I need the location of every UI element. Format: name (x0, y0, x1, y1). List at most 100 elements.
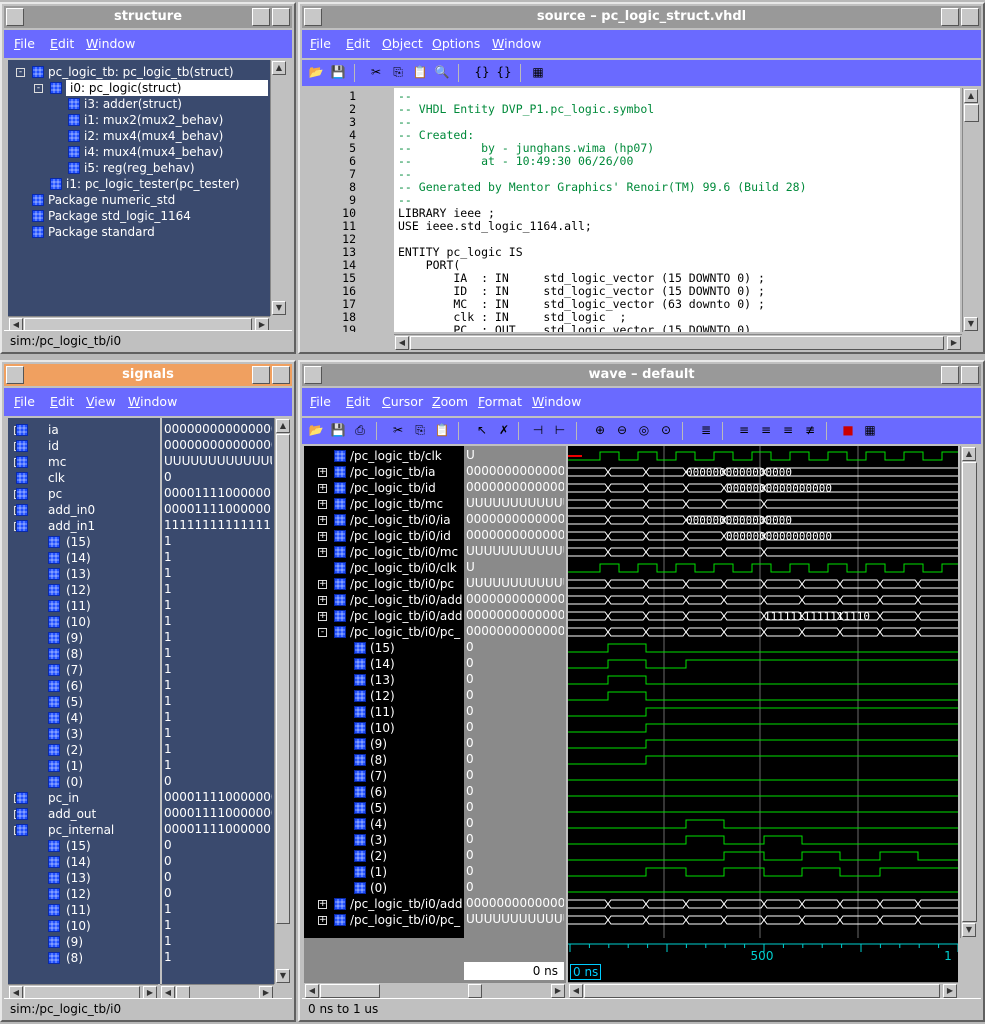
menu-window[interactable]: Window (492, 36, 541, 51)
save-icon[interactable]: 💾 (330, 64, 346, 80)
wave-signal-name[interactable]: /pc_logic_tb/i0/ia (350, 512, 451, 528)
close-button[interactable] (961, 8, 979, 26)
wave-expander[interactable]: + (318, 484, 327, 493)
scroll-down-arrow[interactable]: ▼ (276, 969, 290, 983)
zoom-range-icon[interactable]: ⊙ (658, 422, 674, 438)
run-icon[interactable]: ≡ (758, 422, 774, 438)
wave-signal-name[interactable]: /pc_logic_tb/i0/clk (350, 560, 457, 576)
signal-name[interactable]: (9) (66, 630, 83, 646)
wave-signal-name[interactable]: (6) (370, 784, 387, 800)
wave-expander[interactable]: + (318, 612, 327, 621)
menu-zoom[interactable]: Zoom (432, 394, 468, 409)
wave-signal-name[interactable]: (7) (370, 768, 387, 784)
menu-view[interactable]: View (86, 394, 116, 409)
waveform-display[interactable]: 0000000000000000 0000000000000000 00000000… (568, 446, 958, 938)
continue-icon[interactable]: ≡ (780, 422, 796, 438)
signal-name[interactable]: (12) (66, 582, 91, 598)
wave-signal-name[interactable]: (0) (370, 880, 387, 896)
window-menu-button[interactable] (6, 366, 24, 384)
scroll-thumb[interactable] (964, 104, 979, 122)
signal-name[interactable]: (7) (66, 662, 83, 678)
stop-icon[interactable]: ■ (840, 422, 856, 438)
delete-cursor-icon[interactable]: ✗ (496, 422, 512, 438)
zoom-out-icon[interactable]: ⊖ (614, 422, 630, 438)
signals-vscrollbar[interactable]: ▲ ▼ (274, 418, 290, 984)
signal-name[interactable]: (8) (66, 950, 83, 966)
signal-name[interactable]: (9) (66, 934, 83, 950)
signal-name[interactable]: (12) (66, 886, 91, 902)
signal-name[interactable]: mc (48, 454, 66, 470)
close-button[interactable] (961, 366, 979, 384)
copy-icon[interactable]: ⎘ (390, 64, 406, 80)
wave-signal-name[interactable]: (9) (370, 736, 387, 752)
find-icon[interactable]: 🔍 (434, 64, 450, 80)
wave-signal-name[interactable]: /pc_logic_tb/i0/id (350, 528, 451, 544)
wave-expander[interactable]: + (318, 468, 327, 477)
scroll-thumb[interactable] (276, 434, 290, 924)
wave-signal-name[interactable]: /pc_logic_tb/i0/add (350, 608, 462, 624)
compile-icon[interactable]: ▦ (862, 422, 878, 438)
signal-name[interactable]: (3) (66, 726, 83, 742)
menu-window[interactable]: Window (532, 394, 581, 409)
wave-signal-name[interactable]: /pc_logic_tb/i0/add (350, 896, 462, 912)
signals-titlebar[interactable]: signals (4, 364, 292, 386)
scroll-thumb[interactable] (584, 984, 940, 998)
cursor-label[interactable]: 0 ns (570, 964, 602, 980)
wave-hscrollbar-names[interactable]: ◀ ▶ (304, 982, 566, 998)
tree-item[interactable]: Package standard (48, 224, 155, 240)
close-button[interactable] (272, 366, 290, 384)
source-vscrollbar[interactable]: ▲ ▼ (962, 88, 979, 332)
signal-name[interactable]: add_out (48, 806, 96, 822)
window-menu-button[interactable] (304, 366, 322, 384)
open-folder-icon[interactable]: 📂 (308, 64, 324, 80)
scroll-left-arrow[interactable]: ◀ (569, 984, 583, 998)
compile-icon[interactable]: ▦ (530, 64, 546, 80)
scroll-left-arrow[interactable]: ◀ (395, 336, 409, 350)
wave-signal-name[interactable]: (5) (370, 800, 387, 816)
maximize-button[interactable] (941, 366, 959, 384)
cut-icon[interactable]: ✂ (368, 64, 384, 80)
wave-expander[interactable]: + (318, 900, 327, 909)
source-titlebar[interactable]: source – pc_logic_struct.vhdl (302, 6, 981, 28)
maximize-button[interactable] (252, 366, 270, 384)
signal-name[interactable]: (8) (66, 646, 83, 662)
menu-edit[interactable]: Edit (346, 36, 370, 51)
zoom-in-icon[interactable]: ⊕ (592, 422, 608, 438)
wave-signal-name[interactable]: (2) (370, 848, 387, 864)
tree-item[interactable]: i4: mux4(mux4_behav) (84, 144, 223, 160)
signal-name[interactable]: (2) (66, 742, 83, 758)
tree-expander[interactable]: - (34, 84, 43, 93)
zoom-full-icon[interactable]: ◎ (636, 422, 652, 438)
wave-vscrollbar[interactable]: ▲ ▼ (960, 446, 977, 938)
tree-item[interactable]: pc_logic_tb: pc_logic_tb(struct) (48, 64, 234, 80)
wave-signal-name[interactable]: (15) (370, 640, 395, 656)
wave-signal-name[interactable]: /pc_logic_tb/ia (350, 464, 436, 480)
signal-name[interactable]: (14) (66, 854, 91, 870)
scroll-thumb[interactable] (320, 984, 380, 998)
wave-titlebar[interactable]: wave – default (302, 364, 981, 386)
wave-signal-name[interactable]: (10) (370, 720, 395, 736)
signal-name[interactable]: pc_in (48, 790, 79, 806)
tree-expander[interactable]: - (16, 68, 25, 77)
signal-name[interactable]: (0) (66, 774, 83, 790)
structure-titlebar[interactable]: structure (4, 6, 292, 28)
wave-expander[interactable]: + (318, 516, 327, 525)
scroll-up-arrow[interactable]: ▲ (272, 61, 286, 75)
signal-name[interactable]: pc (48, 486, 62, 502)
print-icon[interactable]: ⎙ (352, 422, 368, 438)
menu-object[interactable]: Object (382, 36, 423, 51)
wave-expander[interactable]: - (318, 628, 327, 637)
menu-file[interactable]: File (14, 394, 35, 409)
wave-signal-name[interactable]: (12) (370, 688, 395, 704)
wave-expander[interactable]: + (318, 500, 327, 509)
signal-name[interactable]: (5) (66, 694, 83, 710)
menu-window[interactable]: Window (128, 394, 177, 409)
next-edge-icon[interactable]: ⊢ (552, 422, 568, 438)
menu-edit[interactable]: Edit (50, 36, 74, 51)
menu-cursor[interactable]: Cursor (382, 394, 423, 409)
scroll-down-arrow[interactable]: ▼ (962, 923, 976, 937)
wave-expander[interactable]: + (318, 916, 327, 925)
tree-item[interactable]: Package std_logic_1164 (48, 208, 191, 224)
scroll-down-arrow[interactable]: ▼ (272, 301, 286, 315)
wave-signal-name[interactable]: (11) (370, 704, 395, 720)
